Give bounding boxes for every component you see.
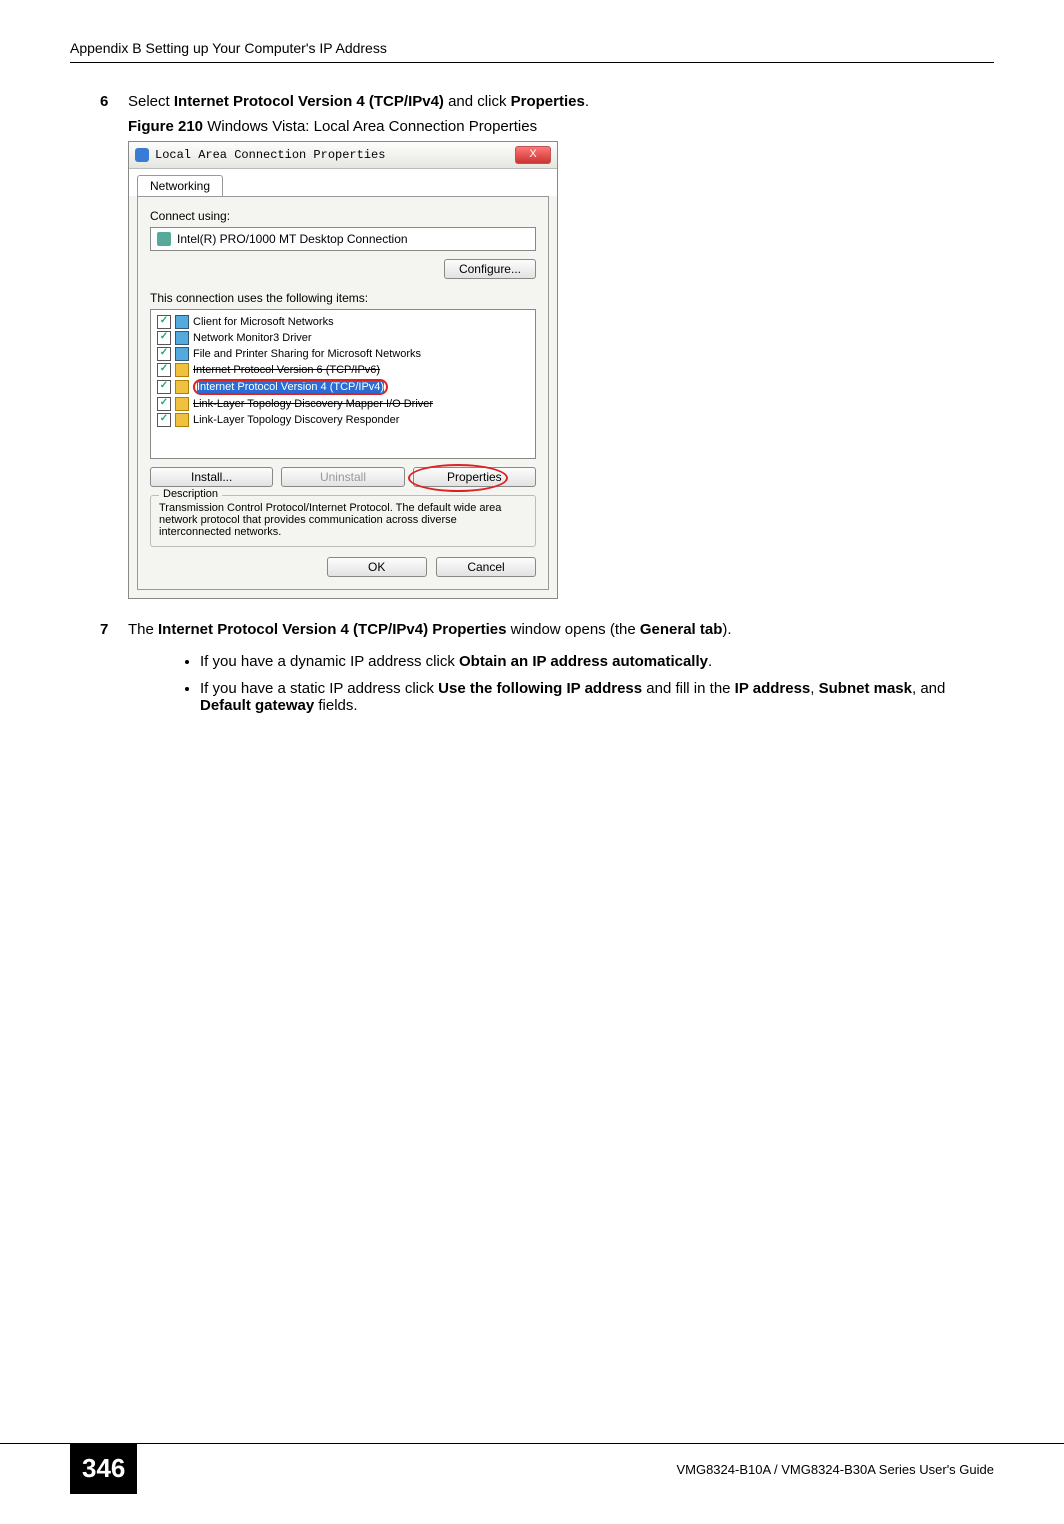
list-item[interactable]: ✓ Network Monitor3 Driver [155, 330, 531, 346]
description-text: Transmission Control Protocol/Internet P… [159, 502, 501, 538]
bullet-item: If you have a dynamic IP address click O… [200, 653, 994, 670]
t: Obtain an IP address automatically [459, 653, 708, 670]
t: If you have a dynamic IP address click [200, 653, 459, 670]
checkbox-icon[interactable]: ✓ [157, 347, 171, 361]
checkbox-icon[interactable]: ✓ [157, 315, 171, 329]
sub-bullets: If you have a dynamic IP address click O… [160, 653, 994, 714]
tab-networking[interactable]: Networking [137, 175, 223, 196]
items-label: This connection uses the following items… [150, 291, 536, 305]
t: General tab [640, 621, 723, 638]
page-footer: 346 VMG8324-B10A / VMG8324-B30A Series U… [0, 1443, 1064, 1494]
guide-title: VMG8324-B10A / VMG8324-B30A Series User'… [676, 1462, 994, 1477]
connect-using-label: Connect using: [150, 209, 536, 223]
step-number: 7 [100, 621, 128, 638]
install-button[interactable]: Install... [150, 467, 273, 487]
window-title: Local Area Connection Properties [155, 148, 385, 162]
list-item[interactable]: ✓ Link-Layer Topology Discovery Mapper I… [155, 396, 531, 412]
checkbox-icon[interactable]: ✓ [157, 397, 171, 411]
t: If you have a static IP address click [200, 680, 438, 697]
running-header: Appendix B Setting up Your Computer's IP… [70, 40, 994, 63]
t: and click [448, 93, 511, 110]
item-label: Network Monitor3 Driver [193, 332, 312, 344]
step-number: 6 [100, 93, 128, 110]
bullet-item: If you have a static IP address click Us… [200, 680, 994, 714]
item-label: File and Printer Sharing for Microsoft N… [193, 348, 421, 360]
checkbox-icon[interactable]: ✓ [157, 380, 171, 394]
protocol-icon [175, 397, 189, 411]
list-item-selected[interactable]: ✓ Internet Protocol Version 4 (TCP/IPv4) [155, 378, 531, 396]
checkbox-icon[interactable]: ✓ [157, 331, 171, 345]
checkbox-icon[interactable]: ✓ [157, 413, 171, 427]
t: Properties [511, 93, 585, 110]
t: and fill in the [646, 680, 734, 697]
list-item[interactable]: ✓ Link-Layer Topology Discovery Responde… [155, 412, 531, 428]
highlight-oval: Internet Protocol Version 4 (TCP/IPv4) [193, 379, 388, 395]
component-icon [175, 331, 189, 345]
t: , and [912, 680, 945, 697]
component-icon [175, 347, 189, 361]
tab-row: Networking [129, 169, 557, 196]
adapter-name: Intel(R) PRO/1000 MT Desktop Connection [177, 232, 408, 246]
item-label: Link-Layer Topology Discovery Mapper I/O… [193, 398, 433, 410]
window-icon [135, 148, 149, 162]
list-item[interactable]: ✓ Client for Microsoft Networks [155, 314, 531, 330]
item-label: Link-Layer Topology Discovery Responder [193, 414, 399, 426]
t: IP address [735, 680, 811, 697]
t: Select [128, 93, 174, 110]
step-6: 6 Select Internet Protocol Version 4 (TC… [100, 93, 994, 110]
t: Use the following IP address [438, 680, 642, 697]
configure-button[interactable]: Configure... [444, 259, 536, 279]
t: Subnet mask [819, 680, 912, 697]
figure-caption: Figure 210 Windows Vista: Local Area Con… [128, 118, 994, 135]
nic-icon [157, 232, 171, 246]
figure-title: Windows Vista: Local Area Connection Pro… [203, 118, 537, 135]
list-item[interactable]: ✓ File and Printer Sharing for Microsoft… [155, 346, 531, 362]
t: , [810, 680, 818, 697]
list-item[interactable]: ✓ Internet Protocol Version 6 (TCP/IPv6) [155, 362, 531, 378]
t: Default gateway [200, 697, 314, 714]
item-label: Internet Protocol Version 4 (TCP/IPv4) [197, 381, 384, 393]
component-icon [175, 315, 189, 329]
protocol-icon [175, 363, 189, 377]
figure-label: Figure 210 [128, 118, 203, 135]
page-number: 346 [70, 1443, 137, 1494]
t: Internet Protocol Version 4 (TCP/IPv4) [174, 93, 444, 110]
t: Internet Protocol Version 4 (TCP/IPv4) P… [158, 621, 506, 638]
protocol-icon [175, 413, 189, 427]
description-label: Description [159, 488, 222, 500]
t: The [128, 621, 158, 638]
close-icon[interactable]: X [515, 146, 551, 164]
adapter-field[interactable]: Intel(R) PRO/1000 MT Desktop Connection [150, 227, 536, 251]
dialog-window: Local Area Connection Properties X Netwo… [128, 141, 558, 599]
cancel-button[interactable]: Cancel [436, 557, 536, 577]
checkbox-icon[interactable]: ✓ [157, 363, 171, 377]
uninstall-button: Uninstall [281, 467, 404, 487]
items-listbox[interactable]: ✓ Client for Microsoft Networks ✓ Networ… [150, 309, 536, 459]
step-7: 7 The Internet Protocol Version 4 (TCP/I… [100, 621, 994, 638]
t: . [585, 93, 589, 110]
ok-button[interactable]: OK [327, 557, 427, 577]
description-group: Description Transmission Control Protoco… [150, 495, 536, 547]
titlebar: Local Area Connection Properties X [129, 142, 557, 169]
protocol-icon [175, 380, 189, 394]
step-text: Select Internet Protocol Version 4 (TCP/… [128, 93, 994, 110]
t: . [708, 653, 712, 670]
t: window opens (the [511, 621, 640, 638]
properties-button[interactable]: Properties [413, 467, 536, 487]
item-label: Client for Microsoft Networks [193, 316, 334, 328]
t: fields. [318, 697, 357, 714]
step-text: The Internet Protocol Version 4 (TCP/IPv… [128, 621, 994, 638]
item-label: Internet Protocol Version 6 (TCP/IPv6) [193, 364, 380, 376]
t: ). [722, 621, 731, 638]
